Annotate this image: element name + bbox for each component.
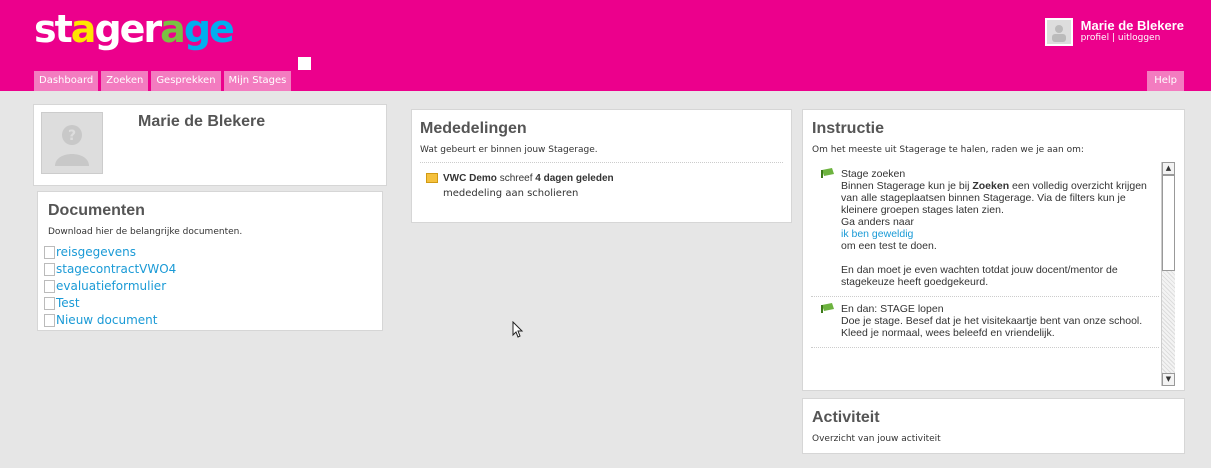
instructions-subtitle: Om het meeste uit Stagerage te halen, ra… <box>812 145 1084 155</box>
instructions-scroll-area[interactable]: Stage zoeken Binnen Stagerage kun je bij… <box>811 162 1175 386</box>
scroll-down-icon[interactable]: ▼ <box>1162 373 1175 386</box>
main-nav: Dashboard Zoeken Gesprekken Mijn Stages <box>34 71 292 91</box>
logout-link[interactable]: uitloggen <box>1118 33 1160 43</box>
documents-subtitle: Download hier de belangrijke documenten. <box>48 227 243 237</box>
profile-link[interactable]: profiel <box>1081 33 1109 43</box>
scrollbar-thumb[interactable] <box>1162 175 1175 271</box>
instructions-panel: Instructie Om het meeste uit Stagerage t… <box>802 109 1185 391</box>
announcement-item[interactable]: VWC Demo schreef 4 dagen geleden mededel… <box>426 173 614 199</box>
document-icon <box>44 314 55 327</box>
flag-icon <box>821 303 834 313</box>
announcement-author: VWC Demo <box>443 173 497 184</box>
envelope-icon <box>426 173 438 184</box>
profile-panel: ? Marie de Blekere <box>33 104 387 186</box>
profile-photo: ? <box>41 112 103 174</box>
document-icon <box>44 297 55 310</box>
activity-title: Activiteit <box>812 409 880 426</box>
site-header: stagerage Dashboard Zoeken Gesprekken Mi… <box>0 0 1211 91</box>
instruction-step: Stage zoeken Binnen Stagerage kun je bij… <box>811 162 1159 297</box>
mouse-cursor-icon <box>512 321 524 338</box>
instruction-step: En dan: STAGE lopen Doe je stage. Besef … <box>811 297 1159 348</box>
step-heading: En dan: STAGE lopen <box>841 303 944 315</box>
activity-subtitle: Overzicht van jouw activiteit <box>812 434 941 444</box>
step-wait: En dan moet je even wachten totdat jouw … <box>841 264 1118 288</box>
activity-panel: Activiteit Overzicht van jouw activiteit <box>802 398 1185 454</box>
flag-icon <box>821 168 834 178</box>
user-menu: Marie de Blekere profiel | uitloggen <box>1044 18 1184 46</box>
user-avatar-icon[interactable] <box>1044 18 1073 46</box>
documents-panel: Documenten Download hier de belangrijke … <box>37 191 383 331</box>
tab-gesprekken[interactable]: Gesprekken <box>151 71 221 91</box>
document-link[interactable]: evaluatieformulier <box>44 278 176 295</box>
documents-list: reisgegevens stagecontractVWO4 evaluatie… <box>44 244 176 329</box>
document-link[interactable]: Test <box>44 295 176 312</box>
instructions-content: Stage zoeken Binnen Stagerage kun je bij… <box>811 162 1159 348</box>
step-text: Binnen Stagerage kun je bij Zoeken een v… <box>841 180 1147 216</box>
stagerage-logo[interactable]: stagerage <box>34 6 235 52</box>
announcements-title: Mededelingen <box>420 120 527 137</box>
documents-title: Documenten <box>48 202 145 219</box>
scroll-up-icon[interactable]: ▲ <box>1162 162 1175 175</box>
document-link[interactable]: Nieuw document <box>44 312 176 329</box>
instructions-title: Instructie <box>812 120 885 137</box>
document-icon <box>44 263 55 276</box>
document-link[interactable]: stagecontractVWO4 <box>44 261 176 278</box>
link-separator: | <box>1111 33 1116 43</box>
announcement-time: 4 dagen geleden <box>535 173 614 184</box>
document-icon <box>44 246 55 259</box>
divider <box>420 162 783 163</box>
tab-zoeken[interactable]: Zoeken <box>101 71 149 91</box>
announcement-verb: schreef <box>499 173 533 184</box>
announcements-panel: Mededelingen Wat gebeurt er binnen jouw … <box>411 109 792 223</box>
announcement-text: mededeling aan scholieren <box>443 188 579 199</box>
scrollbar[interactable]: ▲ ▼ <box>1161 162 1175 386</box>
step-heading: Stage zoeken <box>841 168 906 180</box>
test-link[interactable]: ik ben geweldig <box>841 228 913 240</box>
nav-marker <box>298 57 311 70</box>
document-link[interactable]: reisgegevens <box>44 244 176 261</box>
step-else: Ga anders naar <box>841 216 914 228</box>
user-name: Marie de Blekere <box>1080 18 1184 33</box>
announcements-subtitle: Wat gebeurt er binnen jouw Stagerage. <box>420 145 598 155</box>
help-button[interactable]: Help <box>1147 71 1184 91</box>
profile-name: Marie de Blekere <box>138 113 266 130</box>
step-text: Doe je stage. Besef dat je het visitekaa… <box>841 315 1143 339</box>
document-icon <box>44 280 55 293</box>
svg-text:?: ? <box>68 128 76 144</box>
step-test: om een test te doen. <box>841 240 937 252</box>
tab-mijn-stages[interactable]: Mijn Stages <box>223 71 292 91</box>
user-links: profiel | uitloggen <box>1081 33 1184 43</box>
tab-dashboard[interactable]: Dashboard <box>34 71 99 91</box>
